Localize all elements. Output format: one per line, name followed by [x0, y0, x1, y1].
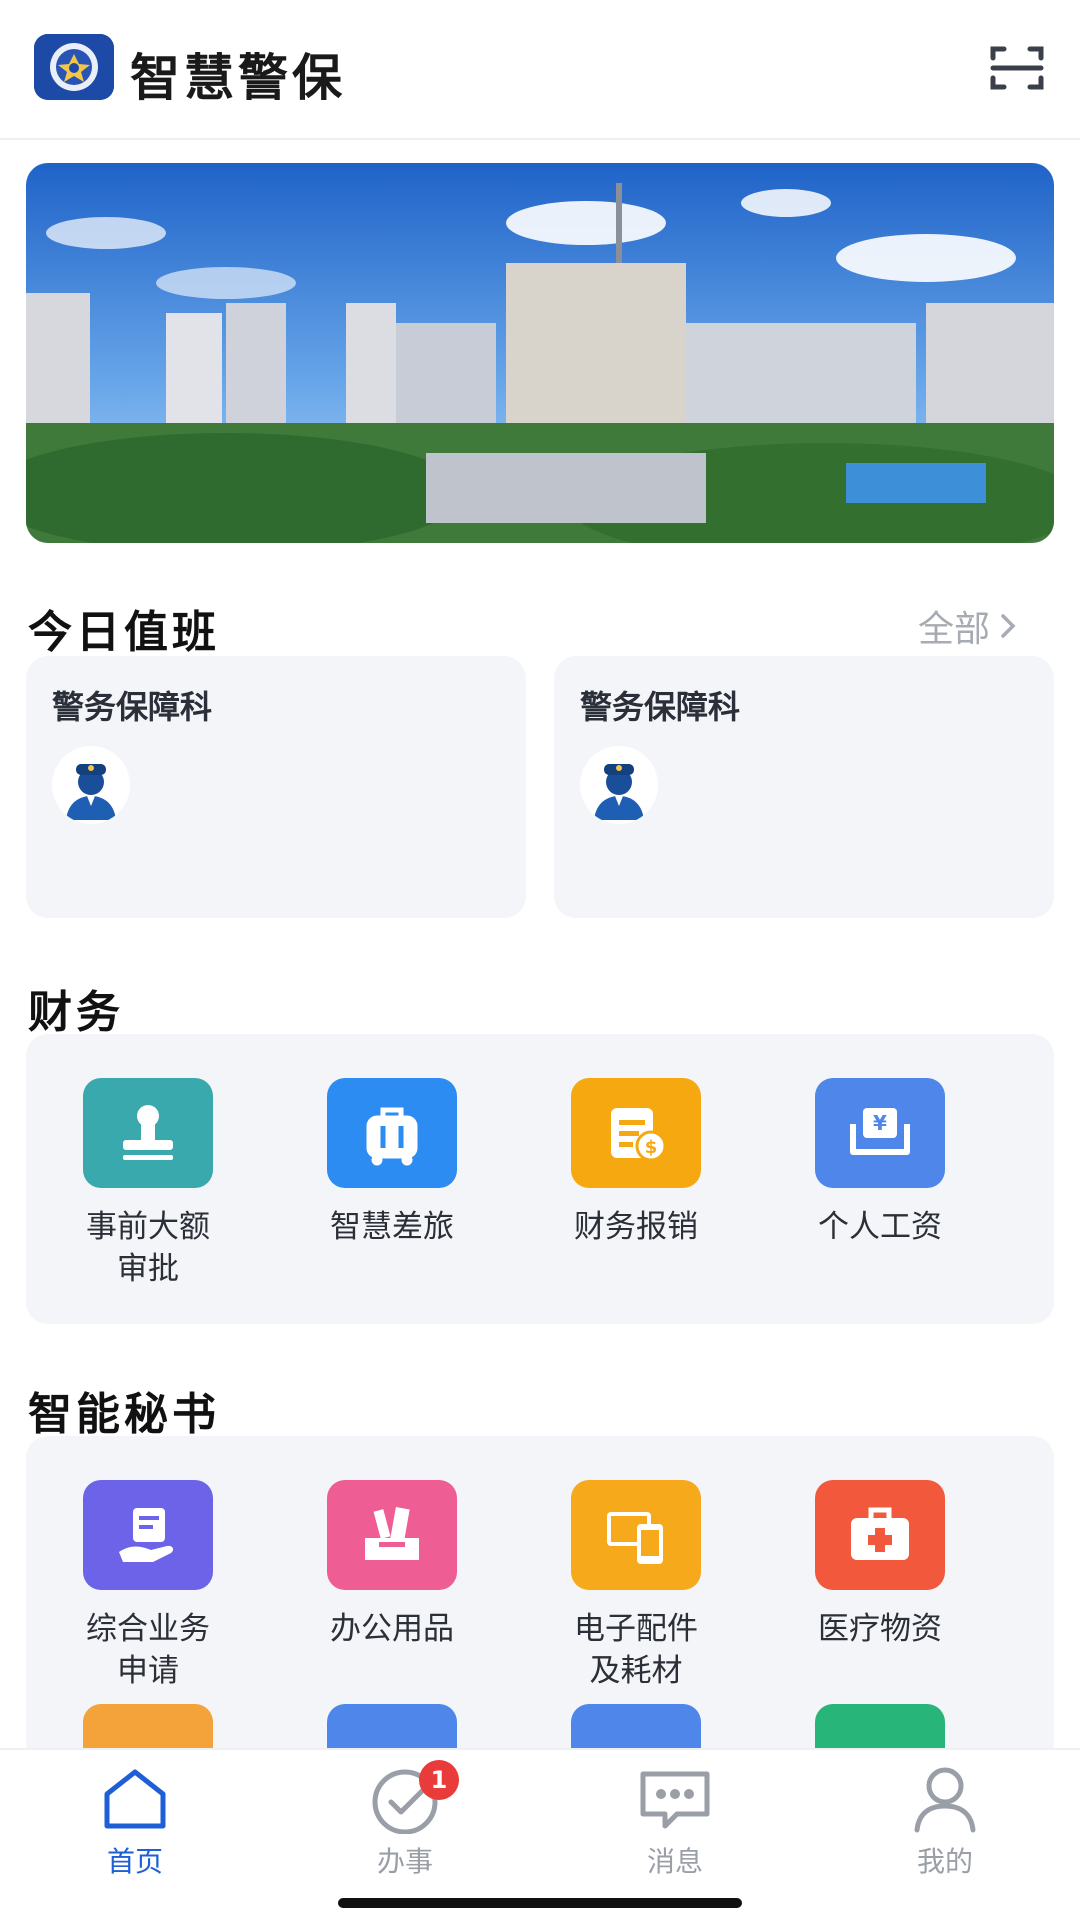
- police-emblem-logo: [34, 34, 114, 100]
- duty-card[interactable]: 警务保障科: [554, 656, 1054, 918]
- svg-text:¥: ¥: [873, 1111, 887, 1135]
- nav-item-tasks[interactable]: 1 办事: [330, 1760, 480, 1880]
- finance-item-smart-travel[interactable]: 智慧差旅: [270, 1078, 514, 1248]
- tile-label: 个人工资: [818, 1209, 942, 1245]
- nav-label: 消息: [646, 1845, 703, 1878]
- svg-text:$: $: [645, 1137, 658, 1158]
- duty-section-title: 今日值班: [28, 607, 220, 658]
- chevron-right-icon: [1001, 614, 1016, 638]
- tile-label: 智慧差旅: [330, 1209, 454, 1245]
- notification-badge: 1: [419, 1760, 459, 1800]
- tile-label: 办公用品: [330, 1611, 454, 1647]
- secretary-item-medical-supplies[interactable]: 医疗物资: [758, 1480, 1002, 1650]
- salary-wallet-icon: ¥: [815, 1078, 945, 1188]
- tile-label: 综合业务 申请: [86, 1611, 210, 1689]
- stationery-icon: [327, 1480, 457, 1590]
- see-all-label: 全部: [918, 609, 991, 650]
- devices-icon: [571, 1480, 701, 1590]
- secretary-panel: 综合业务 申请 办公用品 电子配件 及耗材 医疗物资: [26, 1436, 1054, 1814]
- reimburse-receipt-icon: $: [571, 1078, 701, 1188]
- finance-item-pre-approval[interactable]: 事前大额 审批: [26, 1078, 270, 1290]
- tile-label: 事前大额 审批: [86, 1209, 210, 1287]
- secretary-section-title: 智能秘书: [28, 1389, 220, 1440]
- home-banner-image[interactable]: [26, 163, 1054, 543]
- app-title: 智慧警保: [130, 49, 346, 107]
- tile-label: 财务报销: [574, 1209, 698, 1245]
- message-icon: [637, 1764, 713, 1834]
- finance-item-salary[interactable]: ¥ 个人工资: [758, 1078, 1002, 1248]
- home-icon: [97, 1764, 173, 1834]
- duty-department: 警务保障科: [52, 688, 213, 726]
- bottom-nav: 首页 1 办事 消息 我的: [0, 1748, 1080, 1920]
- secretary-item-electronic-accessories[interactable]: 电子配件 及耗材: [514, 1480, 758, 1692]
- nav-label: 办事: [376, 1845, 433, 1878]
- nav-item-messages[interactable]: 消息: [600, 1764, 750, 1880]
- police-officer-avatar: [580, 746, 658, 824]
- secretary-item-business-application[interactable]: 综合业务 申请: [26, 1480, 270, 1692]
- nav-label: 首页: [106, 1845, 163, 1878]
- see-all-link[interactable]: 全部: [918, 600, 1016, 652]
- home-indicator: [338, 1898, 742, 1908]
- secretary-item-office-supplies[interactable]: 办公用品: [270, 1480, 514, 1650]
- tile-label: 电子配件 及耗材: [574, 1611, 698, 1689]
- app-header: 智慧警保: [0, 0, 1080, 140]
- nav-label: 我的: [916, 1845, 973, 1878]
- police-officer-avatar: [52, 746, 130, 824]
- tile-label: 医疗物资: [818, 1611, 942, 1647]
- duty-card[interactable]: 警务保障科: [26, 656, 526, 918]
- nav-item-profile[interactable]: 我的: [870, 1764, 1020, 1880]
- nav-item-home[interactable]: 首页: [60, 1764, 210, 1880]
- finance-section-title: 财务: [28, 987, 124, 1038]
- medical-kit-icon: [815, 1480, 945, 1590]
- user-icon: [907, 1764, 983, 1834]
- scan-icon[interactable]: [990, 44, 1044, 92]
- duty-department: 警务保障科: [580, 688, 741, 726]
- hand-document-icon: [83, 1480, 213, 1590]
- task-check-icon: 1: [367, 1760, 459, 1835]
- finance-panel: 事前大额 审批 智慧差旅 $ 财务报销 ¥ 个人工资: [26, 1034, 1054, 1324]
- finance-item-reimbursement[interactable]: $ 财务报销: [514, 1078, 758, 1248]
- stamp-icon: [83, 1078, 213, 1188]
- luggage-icon: [327, 1078, 457, 1188]
